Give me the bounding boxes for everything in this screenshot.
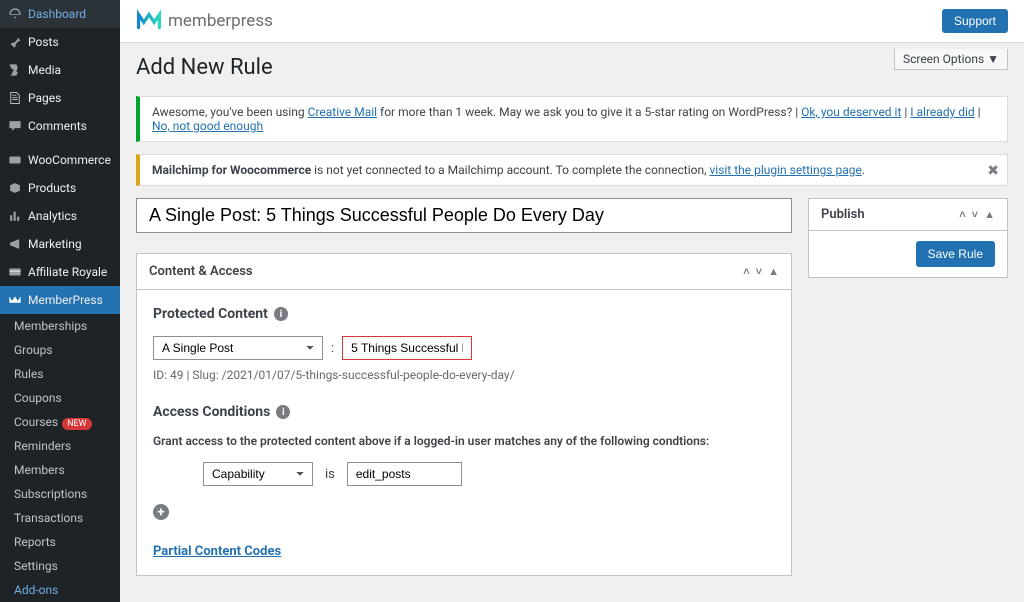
move-down-icon[interactable]: ˅ [972, 208, 978, 221]
move-up-icon[interactable]: ˄ [743, 265, 749, 278]
condition-value-input[interactable] [347, 462, 462, 486]
collapse-icon[interactable]: ▲ [984, 208, 995, 221]
chart-icon [8, 209, 22, 223]
sidebar-item-products[interactable]: Products [0, 174, 120, 202]
submenu-subscriptions[interactable]: Subscriptions [0, 482, 120, 506]
woo-icon [8, 153, 22, 167]
comment-icon [8, 119, 22, 133]
move-down-icon[interactable]: ˅ [756, 265, 762, 278]
sidebar-item-memberpress[interactable]: MemberPress [0, 286, 120, 314]
sidebar-item-affiliate[interactable]: Affiliate Royale [0, 258, 120, 286]
content-meta: ID: 49 | Slug: /2021/01/07/5-things-succ… [153, 368, 515, 382]
submenu-members[interactable]: Members [0, 458, 120, 482]
page-icon [8, 91, 22, 105]
info-icon[interactable]: i [274, 307, 288, 321]
link-plugin-settings[interactable]: visit the plugin settings page [709, 163, 861, 177]
notice-creative-mail: Awesome, you've been using Creative Mail… [136, 96, 1008, 142]
logo-icon [136, 8, 162, 34]
brand-logo: memberpress [136, 8, 273, 34]
box-toggle-actions: ˄ ˅ ▲ [743, 265, 779, 278]
top-bar: memberpress Support [120, 0, 1024, 43]
box-icon [8, 181, 22, 195]
support-button[interactable]: Support [942, 9, 1008, 33]
brand-name: memberpress [168, 11, 273, 31]
pin-icon [8, 35, 22, 49]
submenu-courses[interactable]: CoursesNEW [0, 410, 120, 434]
sidebar-item-analytics[interactable]: Analytics [0, 202, 120, 230]
submenu-reports[interactable]: Reports [0, 530, 120, 554]
submenu-memberships[interactable]: Memberships [0, 314, 120, 338]
access-conditions-heading: Access Conditions [153, 404, 270, 420]
submenu-addons[interactable]: Add-ons [0, 578, 120, 602]
sidebar-item-woocommerce[interactable]: WooCommerce [0, 146, 120, 174]
sidebar-item-dashboard[interactable]: Dashboard [0, 0, 120, 28]
publish-title: Publish [821, 207, 865, 222]
move-up-icon[interactable]: ˄ [959, 208, 965, 221]
link-rate-no[interactable]: No, not good enough [152, 119, 263, 133]
submenu-rules[interactable]: Rules [0, 362, 120, 386]
media-icon [8, 63, 22, 77]
colon-label: : [331, 341, 334, 356]
admin-sidebar: Dashboard Posts Media Pages Comments Woo… [0, 0, 120, 602]
screen-options-toggle[interactable]: Screen Options ▼ [894, 49, 1008, 70]
add-condition-button[interactable]: + [153, 504, 169, 520]
rule-title-input[interactable] [136, 198, 792, 233]
sidebar-item-posts[interactable]: Posts [0, 28, 120, 56]
save-rule-button[interactable]: Save Rule [916, 241, 995, 267]
link-creative-mail[interactable]: Creative Mail [308, 105, 377, 119]
protected-content-heading: Protected Content [153, 306, 268, 322]
content-access-box: Content & Access ˄ ˅ ▲ Protected Content… [136, 253, 792, 576]
submenu-settings[interactable]: Settings [0, 554, 120, 578]
box-title: Content & Access [149, 264, 253, 279]
info-icon[interactable]: i [276, 405, 290, 419]
page-title: Add New Rule [136, 51, 1008, 96]
content-type-select[interactable]: A Single Post [153, 336, 323, 360]
notice-mailchimp: Mailchimp for Woocommerce is not yet con… [136, 154, 1008, 186]
sidebar-item-marketing[interactable]: Marketing [0, 230, 120, 258]
memberpress-icon [8, 293, 22, 307]
submenu-coupons[interactable]: Coupons [0, 386, 120, 410]
publish-box: Publish ˄ ˅ ▲ Save Rule [808, 198, 1008, 278]
link-rate-ok[interactable]: Ok, you deserved it [801, 105, 901, 119]
access-hint: Grant access to the protected content ab… [153, 434, 775, 448]
dashboard-icon [8, 7, 22, 21]
condition-type-select[interactable]: Capability [203, 462, 313, 486]
dismiss-icon[interactable]: ✖ [987, 163, 999, 179]
megaphone-icon [8, 237, 22, 251]
submenu-reminders[interactable]: Reminders [0, 434, 120, 458]
card-icon [8, 265, 22, 279]
content-title-input[interactable] [342, 336, 472, 360]
sidebar-item-comments[interactable]: Comments [0, 112, 120, 140]
sidebar-item-media[interactable]: Media [0, 56, 120, 84]
submenu-transactions[interactable]: Transactions [0, 506, 120, 530]
link-rate-already[interactable]: I already did [910, 105, 974, 119]
sidebar-item-pages[interactable]: Pages [0, 84, 120, 112]
collapse-icon[interactable]: ▲ [768, 265, 779, 278]
is-label: is [325, 467, 335, 482]
submenu-groups[interactable]: Groups [0, 338, 120, 362]
